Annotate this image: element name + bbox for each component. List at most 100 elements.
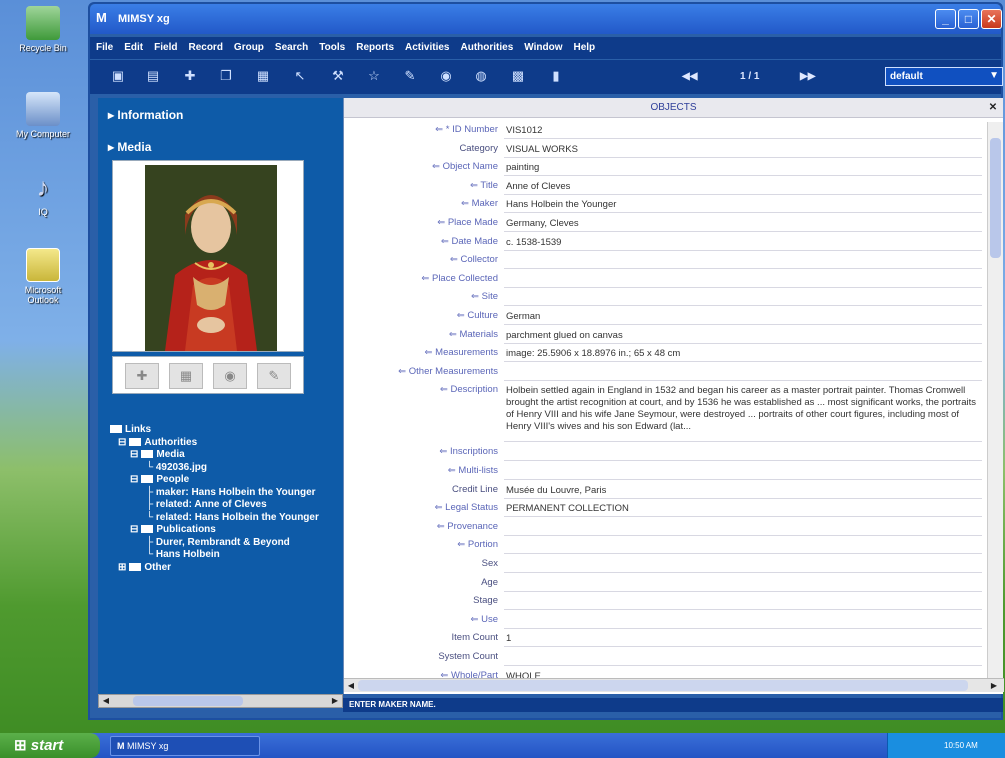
tree-leaf-person[interactable]: ├ maker: Hans Holbein the Younger [110,487,342,500]
field-label[interactable]: ⇐ Legal Status [435,502,498,513]
group-icon[interactable]: ▦ [255,68,271,84]
edit-icon[interactable]: ✎ [402,68,418,84]
field-label[interactable]: ⇐ Place Collected [421,273,498,284]
link-arrow-icon[interactable]: ⇐ [435,124,446,135]
field-label[interactable]: ⇐ Description [440,384,498,395]
start-button[interactable]: ⊞ start [0,733,100,758]
menu-file[interactable]: File [90,37,118,53]
link-arrow-icon[interactable]: ⇐ [437,521,448,532]
title-bar[interactable]: M MIMSY xg _ □ ✕ [90,4,1002,34]
field-label[interactable]: ⇐ Culture [457,310,498,321]
field-value-input[interactable] [504,575,982,592]
clock[interactable]: 10:50 AM [944,741,978,750]
first-record-button[interactable]: ◀◀ [682,71,697,82]
link-arrow-icon[interactable]: ⇐ [440,384,451,395]
desktop-icon-recycle-bin[interactable]: Recycle Bin [8,6,78,53]
information-section-toggle[interactable]: ▸ Information [108,108,183,122]
tree-leaf-publication[interactable]: ├ Durer, Rembrandt & Beyond [110,537,342,550]
grid-icon[interactable]: ▩ [510,68,526,84]
field-value-input[interactable] [504,556,982,573]
link-arrow-icon[interactable]: ⇐ [457,539,468,550]
field-label[interactable]: ⇐ Site [471,291,498,302]
field-value-input[interactable]: VIS1012 [504,122,982,139]
maximize-button[interactable]: □ [958,9,979,29]
link-arrow-icon[interactable]: ⇐ [470,180,480,191]
link-arrow-icon[interactable]: ⇐ [461,198,472,209]
edit-media-button[interactable]: ✎ [257,363,291,389]
field-label[interactable]: ⇐ Inscriptions [439,446,498,457]
close-window-button[interactable]: ✕ [981,9,1002,29]
objects-vertical-scrollbar[interactable] [987,122,1003,678]
save-icon[interactable]: ▣ [110,68,126,84]
field-value-input[interactable] [504,252,982,270]
link-arrow-icon[interactable]: ⇐ [435,502,446,513]
media-section-toggle[interactable]: ▸ Media [108,140,151,154]
field-value-input[interactable]: c. 1538-1539 [504,234,982,251]
field-label[interactable]: ⇐ Other Measurements [398,366,498,377]
link-arrow-icon[interactable]: ⇐ [437,217,448,228]
field-label[interactable]: ⇐ Date Made [441,236,498,247]
field-value-input[interactable] [504,537,982,555]
field-label[interactable]: ⇐ Measurements [425,347,498,358]
link-arrow-icon[interactable]: ⇐ [421,273,432,284]
field-value-input[interactable]: 1 [504,630,982,648]
tree-node-people[interactable]: ⊟ People [110,474,342,487]
tree-node-media[interactable]: ⊟ Media [110,449,342,462]
field-value-input[interactable]: painting [504,159,982,177]
desktop-icon-iq[interactable]: ♪ IQ [8,170,78,217]
field-value-input[interactable]: PERMANENT COLLECTION [504,500,982,518]
tree-node-publications[interactable]: ⊟ Publications [110,524,342,537]
copy-icon[interactable]: ❐ [218,68,234,84]
tree-leaf-publication[interactable]: └ Hans Holbein [110,549,342,562]
field-value-input[interactable] [504,444,982,462]
print-icon[interactable]: ▤ [145,68,161,84]
link-arrow-icon[interactable]: ⇐ [449,329,460,340]
tools-icon[interactable]: ⚒ [330,68,346,84]
menu-activities[interactable]: Activities [399,37,454,53]
last-record-button[interactable]: ▶▶ [800,71,815,82]
field-value-input[interactable] [504,593,982,611]
desktop-icon-my-computer[interactable]: My Computer [8,92,78,139]
profile-select[interactable]: default ▼ [885,67,1003,86]
link-arrow-icon[interactable]: ⇐ [470,614,481,625]
menu-edit[interactable]: Edit [118,37,148,53]
field-value-input[interactable]: image: 25.5906 x 18.8976 in.; 65 x 48 cm [504,345,982,363]
field-value-input[interactable] [504,649,982,666]
scroll-right-icon[interactable]: ▶ [329,695,341,707]
field-label[interactable]: ⇐ Place Made [437,217,498,228]
field-value-input[interactable]: German [504,308,982,325]
link-arrow-icon[interactable]: ⇐ [457,310,468,321]
menu-window[interactable]: Window [518,37,567,53]
field-label[interactable]: ⇐ Materials [449,329,498,340]
pointer-icon[interactable]: ↖ [292,68,308,84]
scrollbar-thumb[interactable] [358,680,968,691]
field-label[interactable]: ⇐ Portion [457,539,498,550]
tree-leaf-media-file[interactable]: └ 492036.jpg [110,462,342,475]
scroll-left-icon[interactable]: ◀ [345,680,357,692]
field-value-input[interactable] [504,612,982,629]
media-preview[interactable] [112,160,304,352]
link-arrow-icon[interactable]: ⇐ [471,291,482,302]
menu-group[interactable]: Group [228,37,269,53]
link-arrow-icon[interactable]: ⇐ [425,347,436,358]
menu-record[interactable]: Record [182,37,227,53]
minimize-button[interactable]: _ [935,9,956,29]
link-arrow-icon[interactable]: ⇐ [439,446,450,457]
field-value-input[interactable]: Hans Holbein the Younger [504,196,982,214]
field-value-input[interactable]: Anne of Cleves [504,178,982,195]
field-label[interactable]: ⇐ Object Name [432,161,498,172]
scrollbar-thumb[interactable] [990,138,1001,258]
menu-help[interactable]: Help [568,37,601,53]
field-label[interactable]: ⇐ * ID Number [435,124,498,135]
objects-horizontal-scrollbar[interactable]: ◀ ▶ [344,678,1004,692]
menu-search[interactable]: Search [269,37,313,53]
left-panel-scrollbar[interactable]: ◀ ▶ [98,694,343,708]
menu-authorities[interactable]: Authorities [454,37,518,53]
taskbar-item-mimsy[interactable]: M MIMSY xg [110,736,260,756]
menu-field[interactable]: Field [148,37,182,53]
tree-node-authorities[interactable]: ⊟ Authorities [110,437,342,450]
new-record-icon[interactable]: ✚ [182,68,198,84]
field-label[interactable]: ⇐ Title [470,180,498,191]
menu-tools[interactable]: Tools [313,37,350,53]
link-arrow-icon[interactable]: ⇐ [448,465,459,476]
